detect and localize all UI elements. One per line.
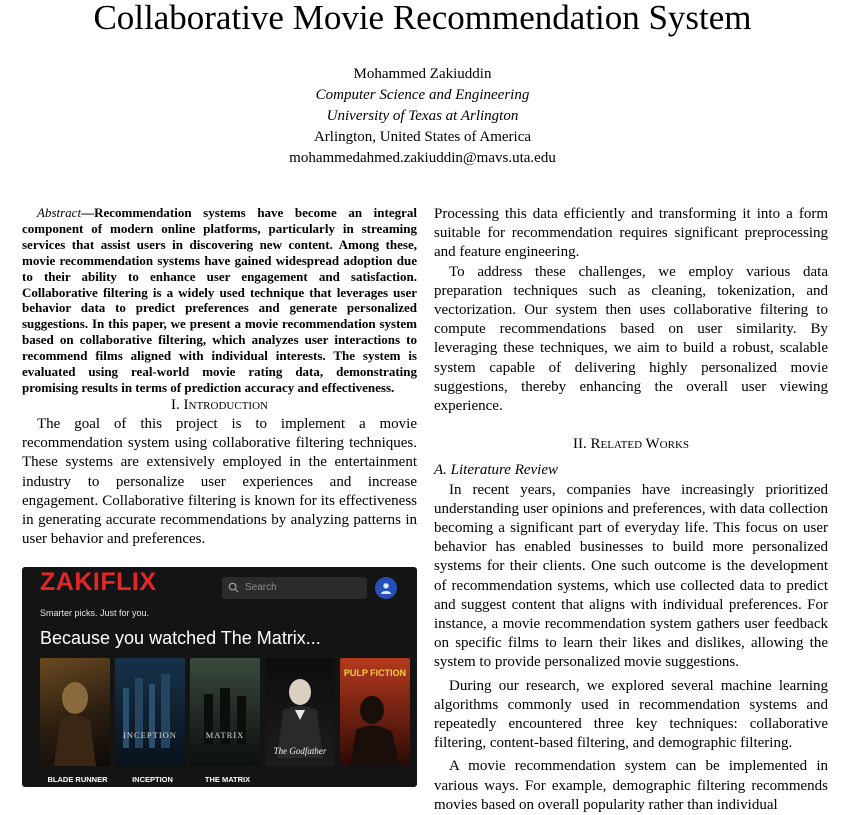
data-preparation-paragraph: To address these challenges, we employ v…: [434, 263, 828, 415]
user-avatar-icon: [375, 576, 397, 599]
poster-art-text: The Godfather: [273, 746, 327, 757]
author-department: Computer Science and Engineering: [315, 87, 530, 103]
author-email: mohammedahmed.zakiuddin@mavs.uta.edu: [289, 150, 556, 166]
poster-art-text: PULP FICTION: [343, 667, 407, 678]
section-heading-introduction: I. Introduction: [171, 396, 268, 413]
app-logo: ZAKIFLIX: [40, 567, 157, 596]
poster-art-text: MATRIX: [205, 730, 245, 741]
poster-art-text: INCEPTION: [123, 730, 177, 741]
preprocessing-paragraph: Processing this data efficiently and tra…: [434, 206, 828, 261]
app-tagline: Smarter picks. Just for you.: [40, 607, 150, 618]
search-placeholder: Search: [245, 581, 277, 593]
poster-the-matrix: MATRIX: [190, 657, 260, 766]
author-university: University of Texas at Arlington: [326, 108, 519, 124]
intro-paragraph: The goal of this project is to implement…: [22, 416, 417, 548]
right-column: Processing this data efficiently and tra…: [434, 205, 828, 815]
left-column: Abstract—Recommendation systems have bec…: [22, 205, 417, 787]
poster-labels: BLADE RUNNER INCEPTION THE MATRIX: [40, 770, 415, 787]
abstract-text: Recommendation systems have become an in…: [22, 205, 417, 395]
poster-the-godfather: The Godfather: [265, 657, 335, 766]
abstract-dash: —: [81, 205, 95, 220]
poster-label: THE MATRIX: [204, 774, 251, 784]
literature-paragraph-3: A movie recommendation system can be imp…: [434, 758, 828, 813]
poster-row: INCEPTION MATRIX The Godfather PULP FICT…: [40, 657, 415, 766]
abstract: Abstract—Recommendation systems have bec…: [22, 205, 417, 396]
poster-pulp-fiction: PULP FICTION: [340, 657, 410, 766]
section-heading-related-works: II. Related Works: [572, 436, 690, 453]
subsection-heading-literature-review: A. Literature Review: [434, 462, 558, 479]
literature-paragraph-2: During our research, we explored several…: [434, 677, 828, 752]
literature-paragraph-1: In recent years, companies have increasi…: [434, 481, 828, 671]
poster-label: [265, 770, 340, 787]
abstract-label: Abstract: [37, 205, 82, 220]
author-name: Mohammed Zakiuddin: [353, 66, 492, 82]
app-screenshot-figure: ZAKIFLIX Smarter picks. Just for you. Se…: [22, 566, 417, 787]
poster-blade-runner: [40, 657, 110, 766]
search-bar: Search: [222, 576, 367, 599]
search-icon: [228, 582, 239, 593]
poster-label: BLADE RUNNER: [47, 774, 108, 784]
poster-label: INCEPTION: [132, 774, 173, 784]
author-block: Mohammed Zakiuddin Computer Science and …: [0, 64, 845, 169]
paper-title: Collaborative Movie Recommendation Syste…: [93, 0, 752, 37]
poster-label: [340, 770, 415, 787]
poster-inception: INCEPTION: [115, 657, 185, 766]
recommendation-row-title: Because you watched The Matrix...: [40, 627, 321, 648]
author-location: Arlington, United States of America: [313, 129, 532, 145]
